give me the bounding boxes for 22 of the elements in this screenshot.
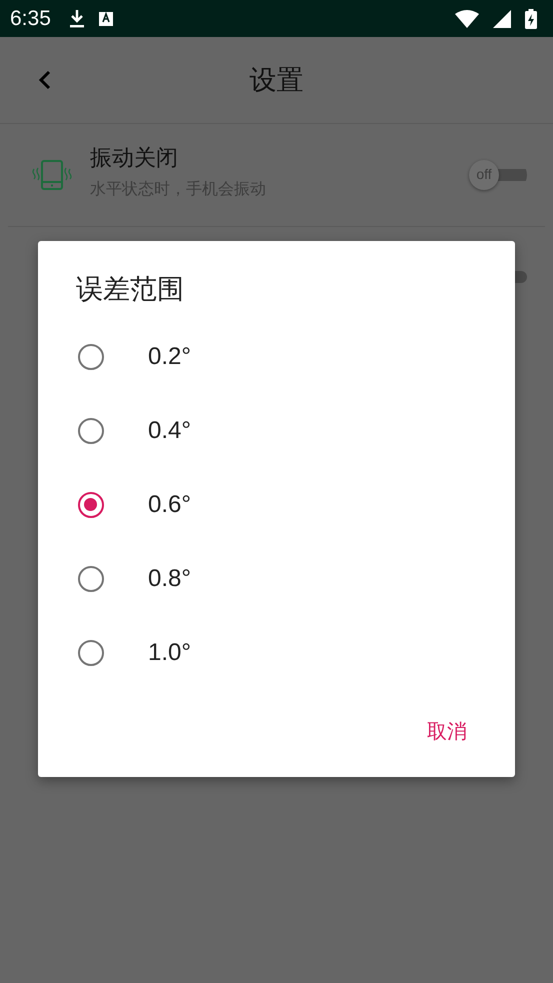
status-time: 6:35: [10, 6, 51, 30]
dialog-title: 误差范围: [76, 273, 184, 307]
option-label[interactable]: 0.4°: [148, 417, 191, 445]
setting-title: 振动关闭: [90, 144, 179, 172]
back-icon[interactable]: [38, 70, 52, 90]
page-title: 设置: [250, 64, 304, 98]
option-label[interactable]: 1.0°: [148, 639, 191, 667]
option-label[interactable]: 0.8°: [148, 565, 191, 593]
radio-button[interactable]: [78, 418, 104, 444]
keyboard-icon: [98, 10, 113, 26]
signal-icon: [493, 10, 511, 28]
wifi-icon: [455, 10, 479, 28]
vibrating-phone-icon: [32, 160, 72, 190]
radio-button[interactable]: [78, 566, 104, 592]
cancel-button[interactable]: 取消: [415, 710, 479, 753]
option-label[interactable]: 0.2°: [148, 343, 191, 371]
radio-button[interactable]: [78, 640, 104, 666]
radio-button[interactable]: [78, 344, 104, 370]
radio-button[interactable]: [78, 492, 104, 518]
download-icon: [68, 8, 85, 28]
option-label[interactable]: 0.6°: [148, 491, 191, 519]
battery-icon: [525, 8, 537, 28]
